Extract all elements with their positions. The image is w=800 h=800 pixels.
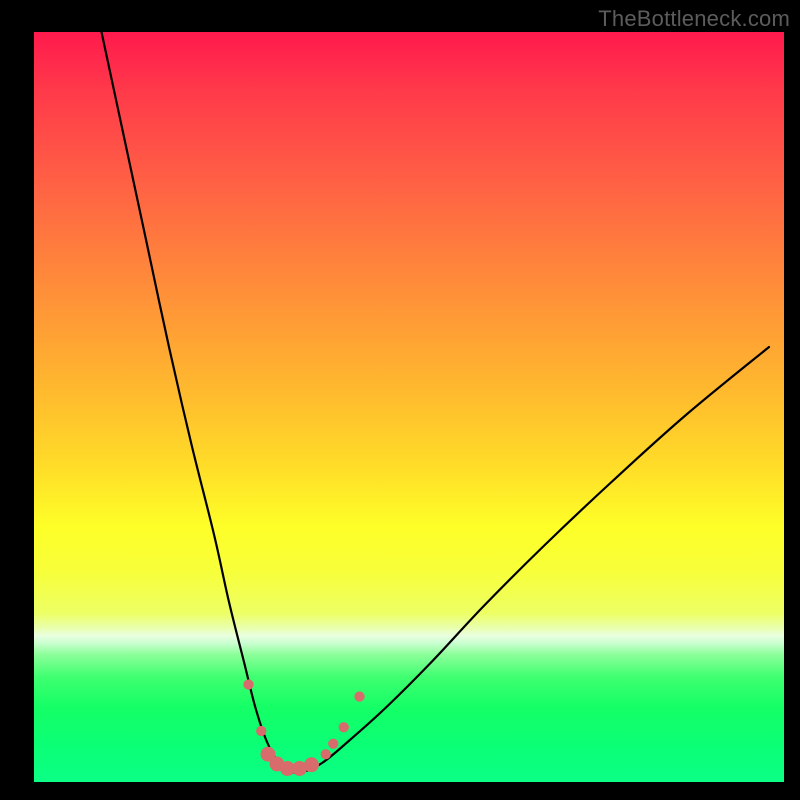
highlight-dot [304, 757, 319, 772]
chart-svg [34, 32, 784, 782]
highlight-dot [339, 722, 349, 732]
plot-area [34, 32, 784, 782]
highlight-dot [354, 691, 364, 701]
watermark-text: TheBottleneck.com [598, 6, 790, 32]
highlight-dot [328, 739, 338, 749]
bottleneck-curve [102, 32, 770, 773]
outer-frame: TheBottleneck.com [0, 0, 800, 800]
highlight-dot [243, 679, 253, 689]
highlight-dot [321, 749, 331, 759]
highlight-dot [256, 726, 266, 736]
highlight-dots [243, 679, 364, 776]
